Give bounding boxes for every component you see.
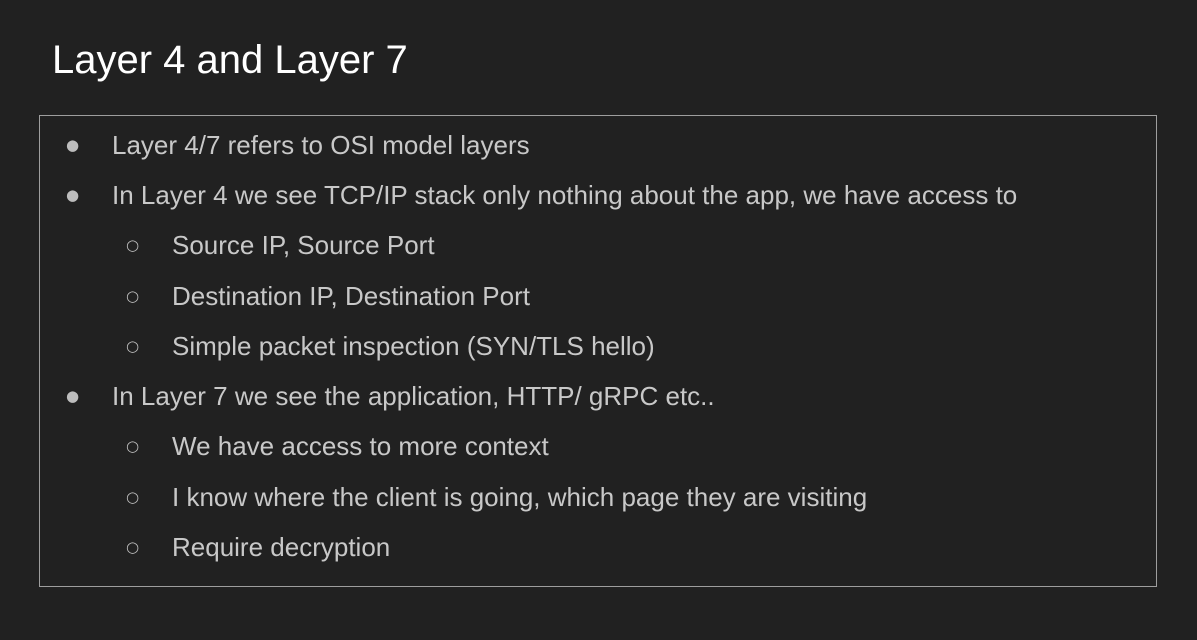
filled-bullet-icon: ● (66, 185, 80, 204)
filled-bullet-icon: ● (66, 135, 80, 154)
bullet-text: Layer 4/7 refers to OSI model layers (112, 130, 530, 160)
hollow-bullet-icon: ○ (126, 436, 140, 455)
sub-bullet-text: We have access to more context (172, 431, 549, 461)
sub-bullet-text: Simple packet inspection (SYN/TLS hello) (172, 331, 655, 361)
slide: Layer 4 and Layer 7 ● Layer 4/7 refers t… (0, 0, 1197, 640)
filled-bullet-icon: ● (66, 386, 80, 405)
hollow-bullet-icon: ○ (126, 487, 140, 506)
hollow-bullet-icon: ○ (126, 336, 140, 355)
sub-bullet-text: Source IP, Source Port (172, 230, 435, 260)
hollow-bullet-icon: ○ (126, 286, 140, 305)
content-box: ● Layer 4/7 refers to OSI model layers ●… (39, 115, 1157, 587)
bullet-text: In Layer 7 we see the application, HTTP/… (112, 381, 715, 411)
sub-bullet-text: Require decryption (172, 532, 391, 562)
bullet-text: In Layer 4 we see TCP/IP stack only noth… (112, 180, 1018, 210)
hollow-bullet-icon: ○ (126, 235, 140, 254)
sub-bullet-text: I know where the client is going, which … (172, 482, 868, 512)
slide-title: Layer 4 and Layer 7 (52, 38, 408, 82)
sub-bullet-text: Destination IP, Destination Port (172, 281, 530, 311)
hollow-bullet-icon: ○ (126, 537, 140, 556)
